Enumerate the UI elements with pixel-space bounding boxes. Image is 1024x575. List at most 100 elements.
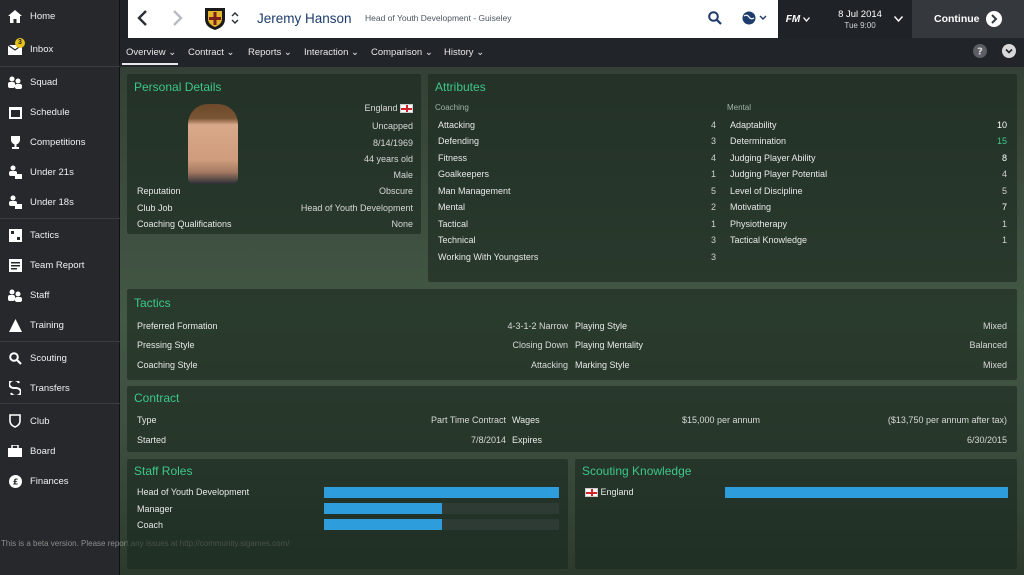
panel-title: Tactics	[134, 296, 171, 310]
staff-roles-panel	[127, 459, 568, 569]
scouting-country: England	[585, 487, 634, 498]
globe-icon	[741, 11, 767, 27]
attribute-value: 5	[710, 186, 716, 196]
scouting-bar	[725, 487, 1008, 498]
transfers-icon	[7, 380, 23, 396]
search-button[interactable]	[702, 0, 728, 38]
attribute-label: Man Management	[438, 186, 511, 196]
chevron-left-icon	[136, 10, 148, 28]
sidebar-item-finances[interactable]: £ Finances	[0, 466, 120, 496]
tactics-value: Mixed	[982, 321, 1007, 331]
staff-icon	[7, 287, 23, 303]
wages-value: $15,000 per annum	[681, 415, 760, 425]
options-button[interactable]	[1000, 43, 1018, 61]
arrow-right-circle-icon	[986, 11, 1002, 29]
sidebar-item-label: Schedule	[30, 106, 70, 118]
svg-text:£: £	[12, 477, 18, 486]
world-menu-button[interactable]	[736, 0, 772, 38]
sidebar-item-competitions[interactable]: Competitions	[0, 127, 120, 157]
calendar-icon	[7, 104, 23, 120]
search-icon	[7, 350, 23, 366]
sidebar-item-training[interactable]: Training	[0, 310, 120, 340]
profile-switch-button[interactable]	[228, 0, 242, 38]
attribute-value: 1	[710, 219, 716, 229]
tab-comparison[interactable]: Comparison ⌄	[371, 47, 433, 58]
club-job-label: Club Job	[137, 203, 173, 213]
game-date[interactable]: 8 Jul 2014 Tue 9:00	[822, 9, 898, 31]
under18-icon	[7, 194, 23, 210]
sidebar-item-transfers[interactable]: Transfers	[0, 373, 120, 403]
sidebar-item-label: Squad	[30, 76, 58, 88]
inbox-badge: 3	[15, 38, 25, 48]
sidebar-item-under-18s[interactable]: Under 18s	[0, 187, 120, 217]
tactics-value: Balanced	[969, 340, 1007, 350]
continue-label: Continue	[934, 13, 980, 25]
attribute-label: Attacking	[438, 120, 476, 130]
fm-menu-button[interactable]: FM	[780, 0, 816, 38]
sidebar-item-under-21s[interactable]: Under 21s	[0, 157, 120, 187]
attribute-label: Fitness	[438, 153, 468, 163]
active-tab-indicator	[122, 63, 178, 65]
home-icon	[7, 8, 23, 24]
attribute-value: 3	[710, 252, 716, 262]
tab-reports[interactable]: Reports ⌄	[248, 47, 292, 58]
forward-button[interactable]	[160, 0, 196, 38]
sidebar-item-tactics[interactable]: Tactics	[0, 220, 120, 250]
date-menu-button[interactable]	[890, 0, 906, 38]
tactics-label: Pressing Style	[137, 340, 195, 350]
tab-history[interactable]: History ⌄	[444, 47, 484, 58]
sidebar-item-home[interactable]: Home	[0, 1, 120, 31]
expires-label: Expires	[512, 435, 543, 445]
board-icon	[7, 443, 23, 459]
sidebar-item-squad[interactable]: Squad	[0, 67, 120, 97]
attribute-label: Tactical	[438, 219, 469, 229]
svg-text:?: ?	[977, 47, 983, 58]
squad-icon	[7, 74, 23, 90]
contract-type-value: Part Time Contract	[430, 415, 506, 425]
help-button[interactable]: ?	[972, 43, 988, 61]
sidebar-item-inbox[interactable]: 3 Inbox	[0, 34, 120, 64]
back-button[interactable]	[124, 0, 160, 38]
contract-panel	[127, 386, 1017, 452]
trophy-icon	[7, 134, 23, 150]
attribute-value: 10	[996, 120, 1007, 130]
sidebar-item-schedule[interactable]: Schedule	[0, 97, 120, 127]
mental-heading: Mental	[727, 103, 752, 112]
chevron-right-icon	[172, 10, 184, 28]
tactics-label: Preferred Formation	[137, 321, 218, 331]
panel-title: Contract	[134, 391, 180, 405]
international-caps: Uncapped	[371, 121, 413, 131]
wages-label: Wages	[512, 415, 540, 425]
tactics-value: Attacking	[530, 360, 568, 370]
panel-title: Personal Details	[134, 80, 222, 94]
sidebar-item-label: Board	[30, 445, 56, 457]
attributes-panel	[428, 74, 1017, 282]
sidebar-item-staff[interactable]: Staff	[0, 280, 120, 310]
england-flag-icon	[585, 488, 598, 498]
sidebar-item-label: Home	[30, 10, 56, 22]
sidebar-item-board[interactable]: Board	[0, 436, 120, 466]
continue-button[interactable]: Continue	[912, 0, 1024, 38]
tactics-label: Coaching Style	[137, 360, 198, 370]
attribute-label: Adaptability	[730, 120, 777, 130]
club-crest-icon	[204, 7, 226, 31]
tab-label: Contract	[188, 47, 224, 58]
tab-label: Overview	[126, 47, 166, 58]
tab-contract[interactable]: Contract ⌄	[188, 47, 235, 58]
role-label: Manager	[137, 504, 173, 514]
attribute-value: 7	[1001, 202, 1007, 212]
chevron-updown-icon	[231, 10, 239, 28]
report-icon	[7, 257, 23, 273]
person-photo	[188, 104, 238, 184]
sidebar-item-label: Under 18s	[30, 196, 74, 208]
attribute-value: 4	[710, 153, 716, 163]
sidebar-item-club[interactable]: Club	[0, 406, 120, 436]
wages-after-tax: ($13,750 per annum after tax)	[887, 415, 1007, 425]
chevron-down-icon: ⌄	[168, 47, 177, 58]
tab-overview[interactable]: Overview ⌄	[126, 47, 176, 58]
tactics-label: Playing Style	[575, 321, 628, 331]
tab-interaction[interactable]: Interaction ⌄	[304, 47, 359, 58]
coaching-qualifications-value: None	[391, 219, 413, 229]
sidebar-item-scouting[interactable]: Scouting	[0, 343, 120, 373]
sidebar-item-team-report[interactable]: Team Report	[0, 250, 120, 280]
